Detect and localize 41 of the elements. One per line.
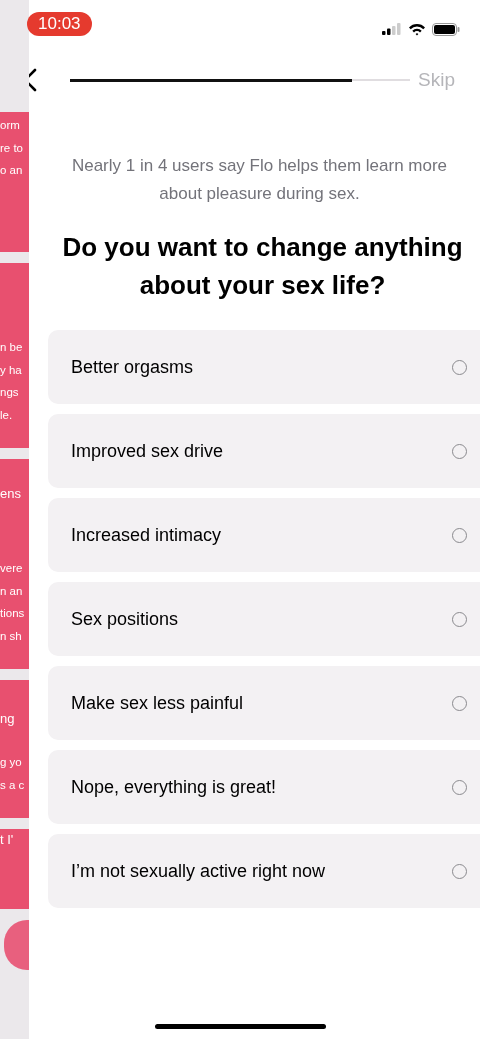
- card-text: le.: [0, 407, 13, 423]
- article-card[interactable]: ens vere n an tions n sh: [0, 459, 29, 669]
- card-text: n sh: [0, 628, 22, 644]
- card-text: ngs: [0, 385, 19, 400]
- signal-icon: [382, 23, 402, 35]
- article-card[interactable]: n be y ha ngs le.: [0, 263, 29, 448]
- card-title: ng: [0, 710, 15, 728]
- card-text: tions: [0, 606, 25, 621]
- answer-option[interactable]: Better orgasms: [48, 330, 480, 404]
- card-title: ens: [0, 485, 21, 503]
- card-text: n be: [0, 340, 23, 355]
- question-heading: Do you want to change anything about your sex life?: [61, 231, 464, 302]
- answer-option[interactable]: Nope, everything is great!: [48, 750, 480, 824]
- card-title: t I': [0, 831, 14, 849]
- subtitle: Nearly 1 in 4 users say Flo helps them learn more about pleasure during sex.: [70, 155, 449, 205]
- card-text: s a c: [0, 777, 25, 793]
- option-label: Sex positions: [71, 608, 179, 630]
- wifi-icon: [408, 22, 426, 36]
- card-text: n an: [0, 583, 23, 599]
- option-label: Better orgasms: [71, 356, 194, 378]
- option-label: I’m not sexually active right now: [71, 860, 326, 882]
- option-label: Improved sex drive: [71, 440, 224, 462]
- card-text: vere: [0, 561, 23, 576]
- answer-option[interactable]: Make sex less painful: [48, 666, 480, 740]
- status-time: 10:03: [27, 12, 92, 36]
- article-card[interactable]: orm re to o an: [0, 112, 29, 252]
- article-card[interactable]: t I': [0, 829, 29, 909]
- answer-option[interactable]: Sex positions: [48, 582, 480, 656]
- battery-icon: [432, 22, 460, 36]
- option-label: Nope, everything is great!: [71, 776, 277, 798]
- option-label: Make sex less painful: [71, 692, 244, 714]
- card-text: re to: [0, 140, 23, 156]
- article-card[interactable]: ng g yo s a c: [0, 680, 29, 818]
- card-text: y ha: [0, 362, 22, 378]
- answer-option[interactable]: Increased intimacy: [48, 498, 480, 572]
- card-text: g yo: [0, 755, 22, 770]
- card-text: orm: [0, 118, 20, 133]
- option-label: Increased intimacy: [71, 524, 222, 546]
- answer-option[interactable]: Improved sex drive: [48, 414, 480, 488]
- card-text: o an: [0, 163, 23, 178]
- answer-option[interactable]: I’m not sexually active right now: [48, 834, 480, 908]
